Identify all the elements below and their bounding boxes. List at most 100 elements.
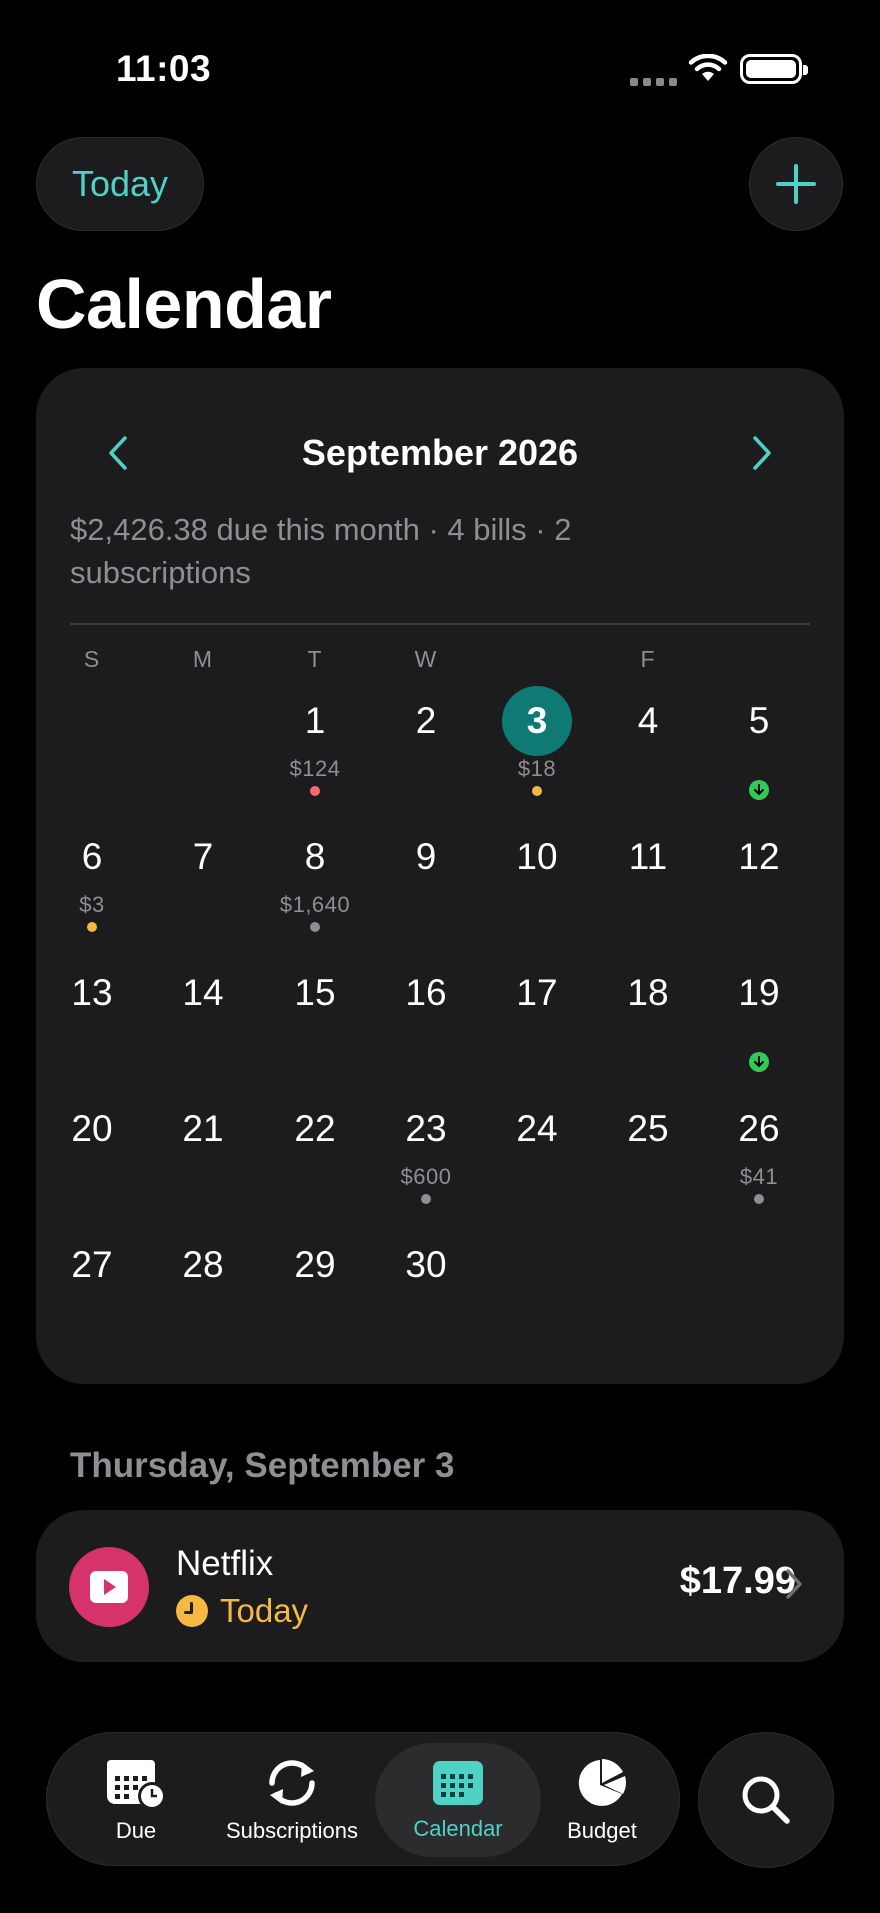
day-number: 22 bbox=[265, 1094, 365, 1164]
day-number: 24 bbox=[487, 1094, 587, 1164]
tab-subscriptions-label: Subscriptions bbox=[225, 1818, 359, 1843]
day-cell-22[interactable]: 22 bbox=[265, 1094, 365, 1224]
day-amount: $18 bbox=[517, 756, 557, 781]
day-number-label: 15 bbox=[294, 972, 336, 1013]
pie-chart-icon bbox=[578, 1759, 626, 1806]
day-number-label: 4 bbox=[637, 700, 659, 741]
day-number: 6 bbox=[42, 822, 142, 892]
tab-subscriptions[interactable]: Subscriptions bbox=[217, 1743, 367, 1857]
day-cell-21[interactable]: 21 bbox=[153, 1094, 253, 1224]
day-number: 1 bbox=[265, 686, 365, 756]
day-number-label: 28 bbox=[182, 1244, 224, 1285]
day-number-label: 24 bbox=[516, 1108, 558, 1149]
wifi-icon bbox=[688, 54, 728, 81]
day-cell-30[interactable]: 30 bbox=[376, 1230, 476, 1360]
day-cell-4[interactable]: 4 bbox=[598, 686, 698, 816]
bill-row-netflix[interactable]: Netflix Today $17.99 bbox=[36, 1510, 844, 1662]
tab-budget-label: Budget bbox=[567, 1818, 637, 1843]
calendar-grid-icon bbox=[433, 1761, 483, 1805]
day-number-label: 21 bbox=[182, 1108, 224, 1149]
status-bar: 11:03 bbox=[0, 0, 880, 120]
due-marker-dot bbox=[87, 922, 97, 932]
tab-due[interactable]: Due bbox=[71, 1743, 201, 1857]
signal-icon bbox=[630, 78, 677, 86]
day-cell-10[interactable]: 10 bbox=[487, 822, 587, 952]
day-cell-16[interactable]: 16 bbox=[376, 958, 476, 1088]
day-cell-24[interactable]: 24 bbox=[487, 1094, 587, 1224]
day-cell-27[interactable]: 27 bbox=[42, 1230, 142, 1360]
next-month-button[interactable] bbox=[742, 428, 782, 478]
weekday-label: W bbox=[414, 646, 438, 672]
day-number: 9 bbox=[376, 822, 476, 892]
add-button[interactable] bbox=[749, 137, 843, 231]
weekday-label: S bbox=[83, 646, 101, 672]
month-label: September 2026 bbox=[301, 432, 579, 473]
weekday-label: M bbox=[192, 646, 214, 672]
day-number-label: 5 bbox=[748, 700, 770, 741]
day-cell-12[interactable]: 12 bbox=[709, 822, 809, 952]
day-number-label: 30 bbox=[405, 1244, 447, 1285]
day-number-label: 6 bbox=[81, 836, 103, 877]
day-number-label: 10 bbox=[516, 836, 558, 877]
day-number: 21 bbox=[153, 1094, 253, 1164]
day-cell-20[interactable]: 20 bbox=[42, 1094, 142, 1224]
day-cell-9[interactable]: 9 bbox=[376, 822, 476, 952]
day-cell-2[interactable]: 2 bbox=[376, 686, 476, 816]
day-number-label: 25 bbox=[627, 1108, 669, 1149]
bill-due-label: Today bbox=[220, 1592, 309, 1629]
play-icon bbox=[90, 1571, 128, 1603]
day-number-label: 23 bbox=[405, 1108, 447, 1149]
selected-date-title: Thursday, September 3 bbox=[70, 1446, 455, 1485]
day-number: 8 bbox=[265, 822, 365, 892]
divider bbox=[70, 623, 810, 625]
day-number: 20 bbox=[42, 1094, 142, 1164]
day-cell-7[interactable]: 7 bbox=[153, 822, 253, 952]
clock-icon bbox=[176, 1595, 208, 1627]
day-number: 2 bbox=[376, 686, 476, 756]
chevron-right-icon bbox=[753, 436, 771, 470]
day-cell-5[interactable]: 5 bbox=[709, 686, 809, 816]
day-number: 3 bbox=[487, 686, 587, 756]
plus-icon bbox=[776, 164, 816, 204]
bill-name: Netflix bbox=[176, 1544, 274, 1583]
day-number-label: 2 bbox=[415, 700, 437, 741]
tab-budget[interactable]: Budget bbox=[547, 1743, 657, 1857]
day-cell-6[interactable]: 6 $3 bbox=[42, 822, 142, 952]
status-time: 11:03 bbox=[116, 48, 212, 89]
day-cell-18[interactable]: 18 bbox=[598, 958, 698, 1088]
day-cell-3[interactable]: 3 $18 bbox=[487, 686, 587, 816]
day-amount: $124 bbox=[289, 756, 341, 781]
day-number: 4 bbox=[598, 686, 698, 756]
day-cell-13[interactable]: 13 bbox=[42, 958, 142, 1088]
day-cell-8[interactable]: 8 $1,640 bbox=[265, 822, 365, 952]
search-button[interactable] bbox=[698, 1732, 834, 1868]
tab-calendar[interactable]: Calendar bbox=[375, 1743, 541, 1857]
day-number-label: 17 bbox=[516, 972, 558, 1013]
weekday-label: F bbox=[640, 646, 656, 672]
day-number: 19 bbox=[709, 958, 809, 1028]
day-number: 12 bbox=[709, 822, 809, 892]
day-cell-15[interactable]: 15 bbox=[265, 958, 365, 1088]
weekday-label: T bbox=[307, 646, 323, 672]
day-cell-1[interactable]: 1 $124 bbox=[265, 686, 365, 816]
day-amount: $3 bbox=[79, 892, 105, 917]
day-cell-25[interactable]: 25 bbox=[598, 1094, 698, 1224]
day-cell-23[interactable]: 23 $600 bbox=[376, 1094, 476, 1224]
day-number-label: 16 bbox=[405, 972, 447, 1013]
battery-icon bbox=[740, 54, 808, 84]
due-marker-dot bbox=[532, 786, 542, 796]
day-cell-29[interactable]: 29 bbox=[265, 1230, 365, 1360]
day-cell-11[interactable]: 11 bbox=[598, 822, 698, 952]
day-cell-17[interactable]: 17 bbox=[487, 958, 587, 1088]
day-number: 13 bbox=[42, 958, 142, 1028]
bill-avatar bbox=[69, 1547, 149, 1627]
day-cell-14[interactable]: 14 bbox=[153, 958, 253, 1088]
day-cell-26[interactable]: 26 $41 bbox=[709, 1094, 809, 1224]
day-number: 15 bbox=[265, 958, 365, 1028]
day-cell-19[interactable]: 19 bbox=[709, 958, 809, 1088]
bill-due: Today bbox=[176, 1592, 308, 1630]
day-cell-28[interactable]: 28 bbox=[153, 1230, 253, 1360]
day-number: 16 bbox=[376, 958, 476, 1028]
today-button[interactable]: Today bbox=[36, 137, 204, 231]
bill-amount: $17.99 bbox=[679, 1560, 796, 1602]
